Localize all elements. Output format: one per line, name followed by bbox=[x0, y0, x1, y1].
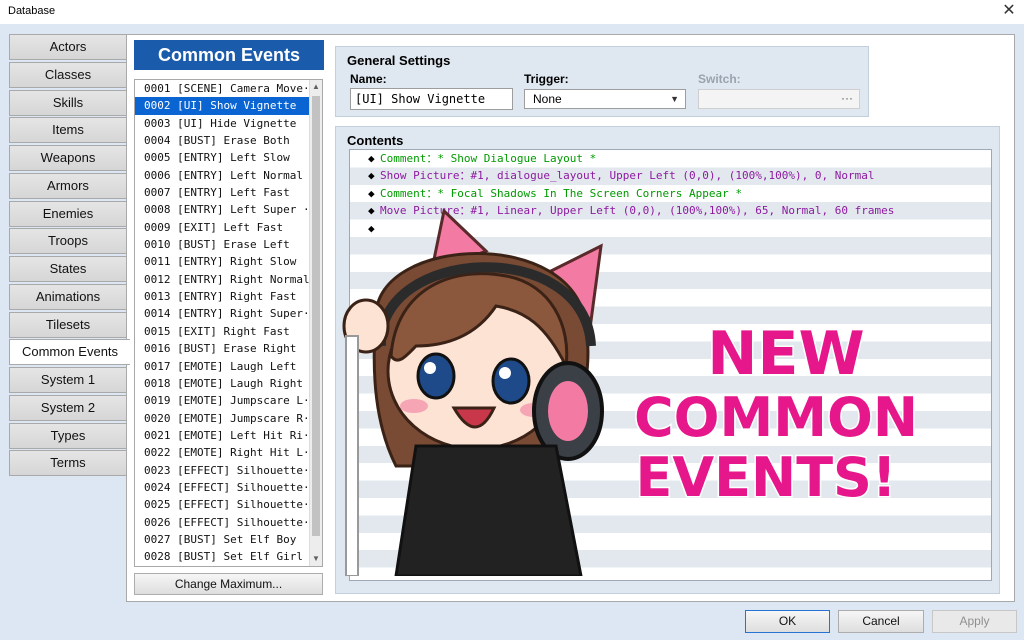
list-item[interactable]: 0014 [ENTRY] Right Super··· bbox=[135, 305, 310, 322]
switch-field: ··· bbox=[698, 89, 860, 109]
list-item[interactable]: 0003 [UI] Hide Vignette bbox=[135, 115, 310, 132]
list-title: Common Events bbox=[134, 40, 324, 70]
scroll-thumb[interactable] bbox=[312, 96, 320, 536]
list-item[interactable]: 0025 [EFFECT] Silhouette··· bbox=[135, 496, 310, 513]
tab-tilesets[interactable]: Tilesets bbox=[9, 311, 126, 338]
list-item[interactable]: 0009 [EXIT] Left Fast bbox=[135, 219, 310, 236]
tab-classes[interactable]: Classes bbox=[9, 61, 126, 88]
command-bullet-icon: ◆ bbox=[368, 186, 375, 200]
command-text: Comment：* Focal Shadows In The Screen Co… bbox=[380, 186, 742, 200]
list-item[interactable]: 0019 [EMOTE] Jumpscare L··· bbox=[135, 392, 310, 409]
list-item[interactable]: 0021 [EMOTE] Left Hit Ri··· bbox=[135, 427, 310, 444]
list-item[interactable]: 0016 [BUST] Erase Right bbox=[135, 340, 310, 357]
command-bullet-icon: ◆ bbox=[368, 221, 375, 235]
contents-title: Contents bbox=[347, 133, 404, 148]
tab-states[interactable]: States bbox=[9, 256, 126, 282]
tab-armors[interactable]: Armors bbox=[9, 172, 126, 199]
tab-enemies[interactable]: Enemies bbox=[9, 200, 126, 227]
tab-skills[interactable]: Skills bbox=[9, 89, 126, 116]
list-item[interactable]: 0027 [BUST] Set Elf Boy bbox=[135, 531, 310, 548]
name-field[interactable]: [UI] Show Vignette bbox=[350, 88, 513, 110]
ok-button[interactable]: OK bbox=[745, 610, 830, 633]
tab-weapons[interactable]: Weapons bbox=[9, 145, 126, 171]
command-text: Move Picture：#1, Linear, Upper Left (0,0… bbox=[380, 204, 895, 218]
scroll-up-icon[interactable]: ▲ bbox=[310, 80, 322, 94]
list-item[interactable]: 0001 [SCENE] Camera Move··· bbox=[135, 80, 310, 97]
list-item[interactable]: 0013 [ENTRY] Right Fast bbox=[135, 288, 310, 305]
trigger-label: Trigger: bbox=[524, 72, 569, 86]
tab-system-2[interactable]: System 2 bbox=[9, 394, 126, 421]
window-title: Database bbox=[8, 5, 56, 17]
chevron-down-icon: ▼ bbox=[670, 94, 679, 104]
list-item[interactable]: 0024 [EFFECT] Silhouette··· bbox=[135, 479, 310, 496]
list-item[interactable]: 0002 [UI] Show Vignette bbox=[135, 97, 310, 115]
command-text: Show Picture：#1, dialogue_layout, Upper … bbox=[380, 169, 875, 183]
event-command-line[interactable]: ◆ Move Picture：#1, Linear, Upper Left (0,… bbox=[350, 202, 991, 219]
title-bar: Database ✕ bbox=[0, 0, 1024, 24]
close-icon[interactable]: ✕ bbox=[994, 0, 1024, 24]
list-item[interactable]: 0011 [ENTRY] Right Slow bbox=[135, 253, 310, 270]
event-command-line[interactable]: ◆ Comment：* Focal Shadows In The Screen C… bbox=[350, 185, 991, 202]
tab-terms[interactable]: Terms bbox=[9, 450, 126, 477]
event-command-line[interactable]: ◆ Comment：* Show Dialogue Layout * bbox=[350, 150, 991, 167]
event-command-line[interactable]: ◆ bbox=[350, 220, 991, 237]
list-item[interactable]: 0004 [BUST] Erase Both bbox=[135, 132, 310, 149]
list-item[interactable]: 0012 [ENTRY] Right Normal bbox=[135, 271, 310, 288]
list-item[interactable]: 0020 [EMOTE] Jumpscare R··· bbox=[135, 410, 310, 427]
list-item[interactable]: 0007 [ENTRY] Left Fast bbox=[135, 184, 310, 201]
tab-actors[interactable]: Actors bbox=[9, 34, 126, 60]
change-maximum-button[interactable]: Change Maximum... bbox=[134, 573, 323, 595]
tab-types[interactable]: Types bbox=[9, 422, 126, 449]
event-command-list[interactable]: ◆ Comment：* Show Dialogue Layout * ◆ Show P… bbox=[349, 149, 992, 581]
cancel-button[interactable]: Cancel bbox=[838, 610, 924, 633]
command-bullet-icon: ◆ bbox=[368, 169, 375, 183]
common-events-list[interactable]: 0001 [SCENE] Camera Move··· 0002 [UI] Sho… bbox=[134, 79, 323, 567]
scroll-down-icon[interactable]: ▼ bbox=[310, 552, 322, 566]
trigger-value: None bbox=[533, 92, 562, 106]
command-bullet-icon: ◆ bbox=[368, 152, 375, 165]
name-label: Name: bbox=[350, 72, 387, 86]
list-item[interactable]: 0008 [ENTRY] Left Super ··· bbox=[135, 201, 310, 218]
list-item[interactable]: 0022 [EMOTE] Right Hit L··· bbox=[135, 444, 310, 461]
list-item[interactable]: 0026 [EFFECT] Silhouette··· bbox=[135, 514, 310, 531]
tab-system-1[interactable]: System 1 bbox=[9, 367, 126, 393]
tab-common-events[interactable]: Common Events bbox=[9, 339, 130, 366]
list-item[interactable]: 0028 [BUST] Set Elf Girl bbox=[135, 548, 310, 565]
list-item[interactable]: 0005 [ENTRY] Left Slow bbox=[135, 149, 310, 166]
switch-browse-button: ··· bbox=[841, 91, 853, 105]
list-scrollbar[interactable]: ▲ ▼ bbox=[309, 80, 322, 566]
trigger-select[interactable]: None ▼ bbox=[524, 89, 686, 109]
list-item[interactable]: 0015 [EXIT] Right Fast bbox=[135, 323, 310, 340]
command-bullet-icon: ◆ bbox=[368, 204, 375, 218]
list-item[interactable]: 0018 [EMOTE] Laugh Right bbox=[135, 375, 310, 392]
command-text: Comment：* Show Dialogue Layout * bbox=[380, 152, 597, 165]
list-item[interactable]: 0006 [ENTRY] Left Normal bbox=[135, 167, 310, 184]
event-command-line[interactable]: ◆ Show Picture：#1, dialogue_layout, Upper… bbox=[350, 167, 991, 184]
switch-label: Switch: bbox=[698, 72, 741, 86]
tab-animations[interactable]: Animations bbox=[9, 283, 126, 310]
list-item[interactable]: 0010 [BUST] Erase Left bbox=[135, 236, 310, 253]
list-item[interactable]: 0023 [EFFECT] Silhouette··· bbox=[135, 462, 310, 479]
list-item[interactable]: 0017 [EMOTE] Laugh Left bbox=[135, 358, 310, 375]
apply-button[interactable]: Apply bbox=[932, 610, 1017, 633]
general-settings-title: General Settings bbox=[347, 53, 451, 68]
tab-troops[interactable]: Troops bbox=[9, 228, 126, 255]
tab-items[interactable]: Items bbox=[9, 117, 126, 144]
